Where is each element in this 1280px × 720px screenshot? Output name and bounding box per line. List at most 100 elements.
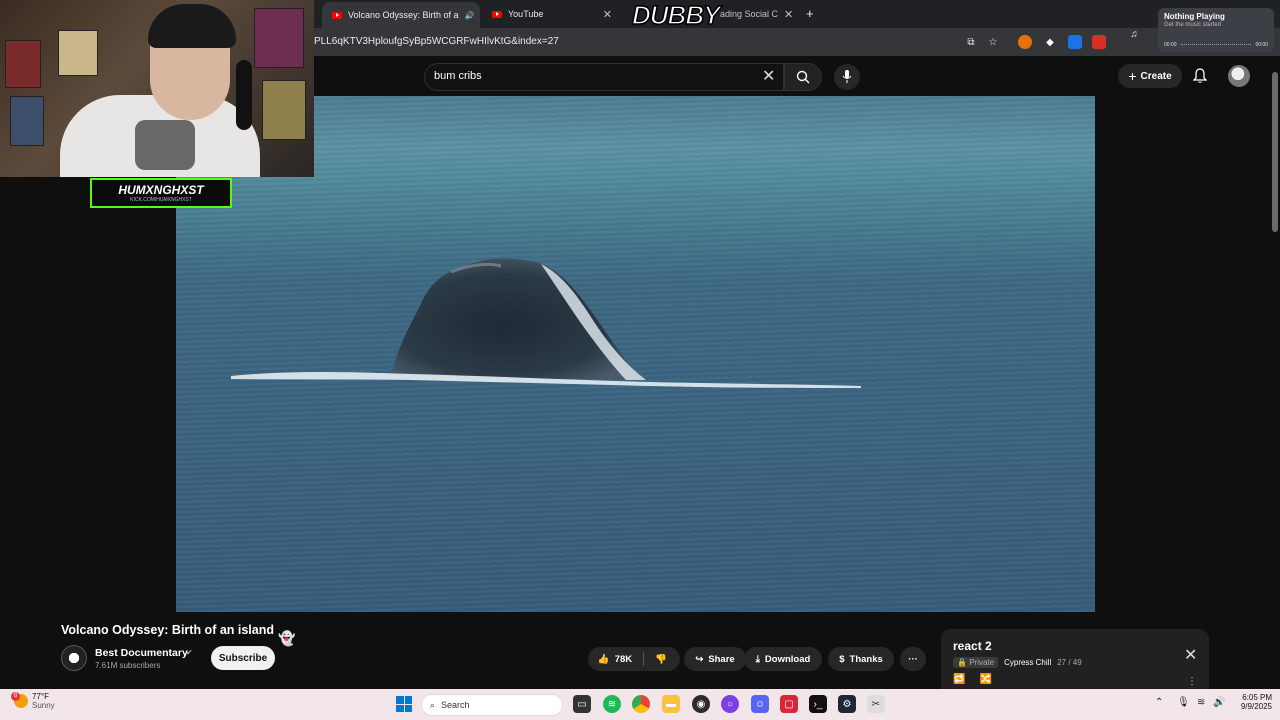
playlist-owner[interactable]: Cypress Chill xyxy=(1004,658,1051,667)
microphone-tray-icon[interactable]: 🎙 xyxy=(1177,697,1190,708)
voice-search-button[interactable] xyxy=(834,64,860,90)
system-clock[interactable]: 6:05 PM 9/9/2025 xyxy=(1228,693,1272,711)
weather-sun-icon: 8 xyxy=(11,692,28,708)
media-control-icon[interactable]: ♫ xyxy=(1126,26,1142,42)
subscribe-button[interactable]: Subscribe xyxy=(211,646,275,670)
share-icon: ↪ xyxy=(695,653,704,665)
weather-widget[interactable]: 8 77°F Sunny xyxy=(11,692,55,710)
wall-poster xyxy=(58,30,98,76)
privacy-label: Private xyxy=(969,658,995,667)
youtube-favicon-icon xyxy=(492,10,502,18)
close-tab-icon[interactable]: ✕ xyxy=(603,8,612,21)
create-button[interactable]: + Create xyxy=(1118,64,1182,88)
download-button[interactable]: ⤓ Download xyxy=(744,647,822,671)
tab-label: YouTube xyxy=(508,9,544,19)
playlist-menu-icon[interactable]: ⋮ xyxy=(1187,676,1197,687)
tab-label: Volcano Odyssey: Birth of a xyxy=(348,10,459,20)
plus-icon: + xyxy=(1128,68,1137,84)
file-explorer-icon[interactable]: ▬ xyxy=(662,695,680,713)
more-actions-button[interactable]: ··· xyxy=(900,647,926,671)
extension-icon[interactable] xyxy=(1018,35,1032,49)
notifications-bell-icon[interactable] xyxy=(1192,68,1208,89)
snipping-tool-icon[interactable]: ✂ xyxy=(867,695,885,713)
discord-icon[interactable]: ☺ xyxy=(751,695,769,713)
studio-microphone xyxy=(236,60,252,130)
create-label: Create xyxy=(1140,70,1172,82)
thanks-label: Thanks xyxy=(849,653,883,665)
github-icon[interactable]: ◉ xyxy=(692,695,710,713)
wall-poster xyxy=(5,40,41,88)
dislike-button[interactable]: 👎 xyxy=(646,647,676,671)
scroll-thumb[interactable] xyxy=(1272,72,1278,232)
shirt-graphic xyxy=(135,120,195,170)
close-playlist-icon[interactable]: ✕ xyxy=(1184,645,1197,665)
streamer-webcam xyxy=(0,0,314,177)
steam-icon[interactable]: ⚙ xyxy=(838,695,856,713)
thumbs-down-icon: 👎 xyxy=(655,653,667,665)
wifi-icon[interactable]: ≋ xyxy=(1197,697,1205,708)
wall-poster xyxy=(262,80,306,140)
tab-youtube[interactable]: YouTube ✕ xyxy=(482,4,622,24)
now-playing-progress: 00:00 00:00 xyxy=(1164,42,1268,48)
playlist-meta: 🔒 Private Cypress Chill 27 / 49 xyxy=(953,657,1197,668)
progress-track xyxy=(1180,44,1252,48)
like-divider xyxy=(643,652,644,666)
extension-icon[interactable] xyxy=(1068,35,1082,49)
search-button[interactable] xyxy=(784,63,822,91)
verified-badge-icon: ✔ xyxy=(186,648,193,657)
loop-icon[interactable]: 🔁 xyxy=(953,674,965,685)
clock-date: 9/9/2025 xyxy=(1240,702,1272,711)
install-app-icon[interactable]: ⧉ xyxy=(964,35,978,49)
page-scrollbar[interactable] xyxy=(1270,60,1280,688)
privacy-badge: 🔒 Private xyxy=(953,657,999,668)
search-icon xyxy=(796,70,810,84)
bookmark-star-icon[interactable]: ☆ xyxy=(986,35,1000,49)
share-button[interactable]: ↪ Share xyxy=(684,647,746,671)
task-view-icon[interactable]: ▭ xyxy=(573,695,591,713)
playlist-title[interactable]: react 2 xyxy=(953,639,1197,653)
share-label: Share xyxy=(708,653,735,665)
app-icon[interactable]: ▢ xyxy=(780,695,798,713)
thanks-button[interactable]: $ Thanks xyxy=(828,647,894,671)
account-avatar[interactable] xyxy=(1228,65,1250,87)
streamer-name: HUMXNGHXST xyxy=(118,183,204,197)
wall-poster xyxy=(254,8,304,68)
shuffle-icon[interactable]: 🔀 xyxy=(979,674,991,685)
tab-social[interactable]: ading Social C ✕ xyxy=(714,4,800,24)
weather-condition: Sunny xyxy=(32,701,55,710)
tab-volcano-odyssey[interactable]: Volcano Odyssey: Birth of a 🔊 ✕ xyxy=(322,2,480,28)
clear-search-icon[interactable]: ✕ xyxy=(762,66,775,86)
thanks-icon: $ xyxy=(839,653,845,665)
chrome-icon[interactable] xyxy=(632,695,650,713)
extension-icon[interactable] xyxy=(1092,35,1106,49)
download-icon: ⤓ xyxy=(755,653,760,665)
url-text[interactable]: PLL6qKTV3HploufgSyBp5WCGRFwHIlvKtG&index… xyxy=(314,36,559,47)
extension-diamond-icon[interactable]: ◆ xyxy=(1043,35,1057,49)
weather-badge: 8 xyxy=(11,692,20,701)
channel-name[interactable]: Best Documentary xyxy=(95,647,188,659)
dubby-logo: DUBBY xyxy=(631,0,721,31)
terminal-icon[interactable]: ›_ xyxy=(809,695,827,713)
time-start: 00:00 xyxy=(1164,42,1177,48)
windows-start-icon[interactable] xyxy=(396,696,412,712)
tab-label: ading Social C xyxy=(720,9,779,19)
app-icon[interactable]: ○ xyxy=(721,695,739,713)
ghost-sticker-icon: 👻 xyxy=(278,630,296,646)
tray-overflow-icon[interactable]: ⌃ xyxy=(1155,697,1163,708)
playlist-controls: 🔁 🔀 xyxy=(953,674,1197,685)
like-button[interactable]: 👍 78K xyxy=(588,647,642,671)
spotify-icon[interactable]: ≋ xyxy=(603,695,621,713)
channel-avatar[interactable] xyxy=(61,645,87,671)
taskbar-search[interactable]: ⌕ Search xyxy=(421,694,563,716)
clock-time: 6:05 PM xyxy=(1242,693,1272,702)
time-end: 00:00 xyxy=(1255,42,1268,48)
playlist-position: 27 / 49 xyxy=(1057,658,1082,667)
like-count: 78K xyxy=(614,653,633,665)
close-tab-icon[interactable]: ✕ xyxy=(784,8,793,21)
wall-poster xyxy=(10,96,44,146)
search-query: bum cribs xyxy=(434,70,482,82)
new-tab-button[interactable]: + xyxy=(806,6,814,21)
search-icon: ⌕ xyxy=(430,699,436,710)
volume-icon[interactable]: 🔊 xyxy=(1213,697,1225,708)
thumbs-up-icon: 👍 xyxy=(597,653,610,665)
